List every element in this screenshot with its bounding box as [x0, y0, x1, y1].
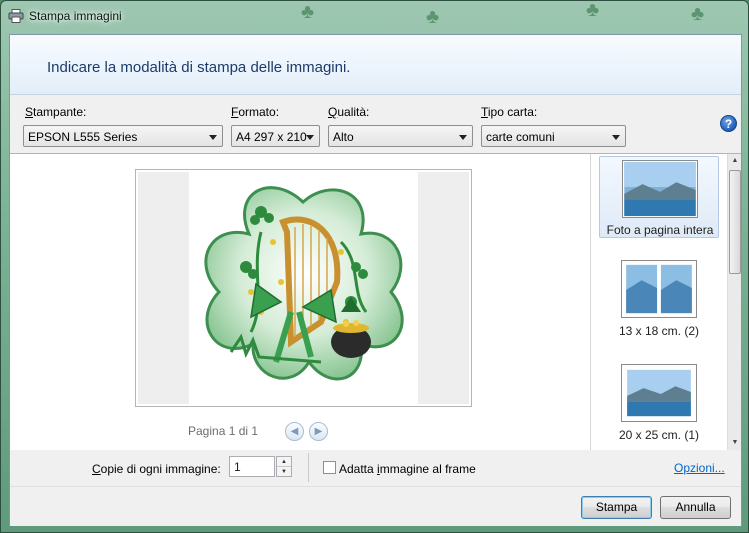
format-select[interactable]: A4 297 x 210: [231, 125, 320, 147]
layout-list: Foto a pagina intera 13 x 18 cm. (2) 20 …: [590, 154, 741, 450]
chevron-down-icon: [209, 135, 217, 140]
print-settings-row: Stampante: EPSON L555 Series Formato: A4…: [10, 96, 741, 153]
title-bar[interactable]: Stampa immagini: [1, 1, 749, 34]
printer-icon: [8, 9, 24, 23]
preview-page: [135, 169, 472, 407]
instruction-text: Indicare la modalità di stampa delle imm…: [47, 59, 351, 76]
separator: [308, 453, 309, 482]
layout-label: 20 x 25 cm. (1): [618, 428, 700, 442]
fit-to-frame-label[interactable]: Adatta immagine al frame: [339, 462, 476, 476]
layout-label: 13 x 18 cm. (2): [618, 324, 700, 338]
printer-label: Stampante:: [25, 105, 87, 119]
paper-type-label: Tipo carta:: [481, 105, 538, 119]
arrow-left-icon: ◀: [290, 426, 299, 437]
quality-select-value: Alto: [333, 130, 354, 144]
window-title: Stampa immagini: [29, 9, 122, 23]
spin-up-icon[interactable]: ▲: [277, 457, 291, 467]
quality-label: Qualità:: [328, 105, 370, 119]
layout-item-full-page[interactable]: Foto a pagina intera: [599, 156, 719, 238]
page-indicator: Pagina 1 di 1: [188, 424, 259, 438]
scroll-down-icon[interactable]: ▼: [728, 436, 742, 450]
previous-page-button[interactable]: ◀: [285, 422, 304, 441]
full-page-photo-thumbnail: [622, 160, 698, 218]
dialog-client: Indicare la modalità di stampa delle imm…: [9, 34, 742, 526]
options-link[interactable]: Opzioni...: [674, 461, 725, 475]
shamrock-harp-image: [204, 186, 404, 381]
single-photo-thumbnail: [621, 364, 697, 422]
next-page-button[interactable]: ▶: [309, 422, 328, 441]
print-button[interactable]: Stampa: [581, 496, 652, 519]
layout-scrollbar[interactable]: ▲ ▼: [727, 154, 741, 450]
chevron-down-icon: [612, 135, 620, 140]
instruction-header: Indicare la modalità di stampa delle imm…: [10, 35, 741, 95]
printer-select[interactable]: EPSON L555 Series: [23, 125, 223, 147]
options-row: Copie di ogni immagine: 1 ▲ ▼ Adatta imm…: [10, 450, 741, 486]
window-frame: ♣ ♣ ♣ ♣ Stampa immagini Indicare la moda…: [0, 0, 749, 533]
paper-type-select[interactable]: carte comuni: [481, 125, 626, 147]
quality-select[interactable]: Alto: [328, 125, 473, 147]
paper-type-select-value: carte comuni: [486, 130, 555, 144]
page-margin-right: [418, 172, 469, 404]
format-label: Formato:: [231, 105, 280, 119]
copies-input[interactable]: 1: [229, 456, 275, 477]
copies-spinner[interactable]: ▲ ▼: [276, 456, 292, 477]
arrow-right-icon: ▶: [314, 426, 323, 437]
printer-select-value: EPSON L555 Series: [28, 130, 138, 144]
scroll-up-icon[interactable]: ▲: [728, 154, 742, 168]
button-bar: Stampa Annulla: [10, 486, 741, 526]
layout-label: Foto a pagina intera: [606, 223, 714, 237]
layout-item-20x25[interactable]: 20 x 25 cm. (1): [599, 360, 719, 442]
two-photo-thumbnail: [621, 260, 697, 318]
main-panel: Pagina 1 di 1 ◀ ▶ Foto a pagina intera 1…: [10, 153, 741, 450]
page-margin-left: [138, 172, 189, 404]
spin-down-icon[interactable]: ▼: [277, 467, 291, 477]
copies-value: 1: [234, 460, 241, 474]
help-icon[interactable]: ?: [720, 115, 737, 132]
format-select-value: A4 297 x 210: [236, 130, 307, 144]
scrollbar-thumb[interactable]: [729, 170, 741, 274]
copies-label: Copie di ogni immagine:: [92, 462, 221, 476]
print-preview: Pagina 1 di 1 ◀ ▶: [10, 154, 590, 450]
cancel-button[interactable]: Annulla: [660, 496, 731, 519]
chevron-down-icon: [459, 135, 467, 140]
chevron-down-icon: [306, 135, 314, 140]
fit-to-frame-checkbox[interactable]: [323, 461, 336, 474]
layout-item-13x18[interactable]: 13 x 18 cm. (2): [599, 258, 719, 340]
